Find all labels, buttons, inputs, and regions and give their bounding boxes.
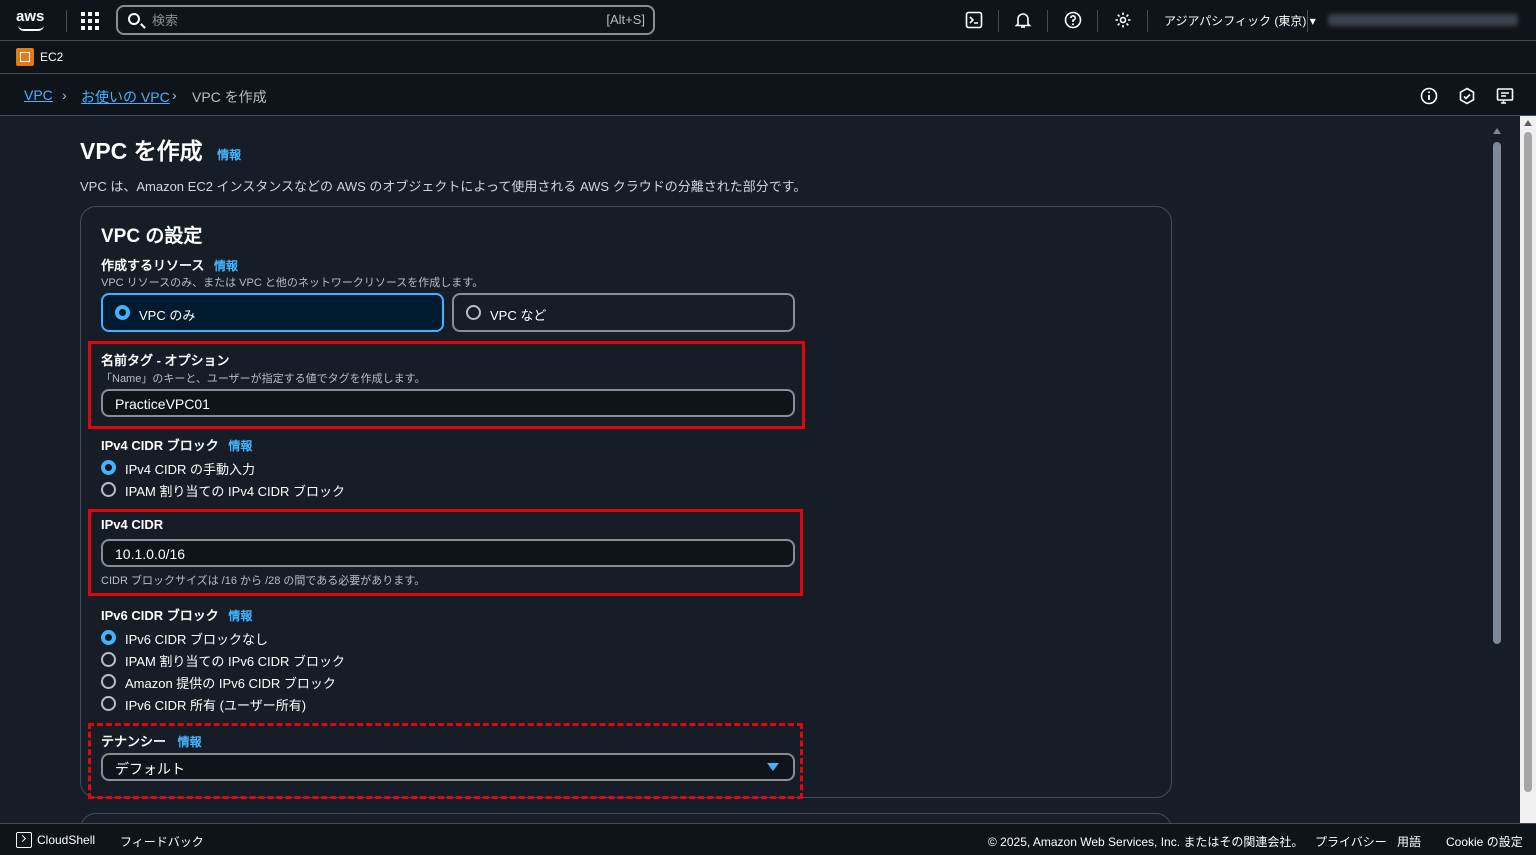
divider <box>1047 10 1048 32</box>
radio-ipv4-ipam[interactable] <box>101 482 116 497</box>
search-box[interactable]: [Alt+S] <box>116 5 655 35</box>
info-link[interactable]: 情報 <box>214 259 238 273</box>
radio-ipv4-manual[interactable] <box>101 460 116 475</box>
caret-down-icon <box>767 763 779 771</box>
scroll-up-icon[interactable] <box>1524 120 1532 126</box>
option-label: IPAM 割り当ての IPv4 CIDR ブロック <box>125 484 346 499</box>
content-scrollbar[interactable] <box>1490 124 1504 823</box>
cloudshell-link[interactable]: CloudShell <box>37 833 95 847</box>
ec2-icon[interactable] <box>16 48 34 66</box>
search-icon <box>128 13 140 25</box>
search-shortcut: [Alt+S] <box>606 12 645 27</box>
hexagon-icon[interactable] <box>1458 87 1476 105</box>
ipv4-cidr-label: IPv4 CIDR <box>101 517 164 532</box>
aws-logo[interactable]: aws <box>16 8 50 32</box>
breadcrumb-current: VPC を作成 <box>192 89 267 105</box>
name-tag-input[interactable] <box>115 395 775 413</box>
vpc-settings-panel: VPC の設定 作成するリソース 情報 VPC リソースのみ、または VPC と… <box>80 206 1172 799</box>
radio-ipv6-amazon[interactable] <box>101 674 116 689</box>
feedback-panel-icon[interactable] <box>1496 87 1514 105</box>
page-description: VPC は、Amazon EC2 インスタンスなどの AWS のオブジェクトによ… <box>80 179 807 194</box>
option-label: IPv4 CIDR の手動入力 <box>125 462 256 477</box>
aws-logo-text: aws <box>16 8 45 25</box>
tile-label: VPC など <box>490 308 547 323</box>
divider <box>1307 10 1308 32</box>
option-label: IPv6 CIDR 所有 (ユーザー所有) <box>125 698 307 713</box>
chevron-right-icon: › <box>62 87 67 103</box>
name-tag-description: 「Name」のキーと、ユーザーが指定する値でタグを作成します。 <box>101 373 426 385</box>
window-scrollbar[interactable] <box>1520 116 1536 823</box>
breadcrumb-vpc[interactable]: VPC <box>24 87 53 103</box>
gear-icon[interactable] <box>1114 11 1132 29</box>
tile-vpc-only[interactable]: VPC のみ <box>101 293 444 332</box>
breadcrumb-your-vpcs[interactable]: お使いの VPC <box>81 87 170 107</box>
option-label: IPv6 CIDR ブロックなし <box>125 632 269 647</box>
ipv4-cidr-hint: CIDR ブロックサイズは /16 から /28 の間である必要があります。 <box>101 575 426 587</box>
option-label: Amazon 提供の IPv6 CIDR ブロック <box>125 676 336 691</box>
option-label: IPAM 割り当ての IPv6 CIDR ブロック <box>125 654 346 669</box>
radio-ipv6-none[interactable] <box>101 630 116 645</box>
search-input[interactable] <box>152 10 552 30</box>
info-panel-icon[interactable] <box>1420 87 1438 105</box>
divider <box>1147 10 1148 32</box>
page-title: VPC を作成 情報 <box>80 138 242 164</box>
divider <box>66 10 67 32</box>
tile-label: VPC のみ <box>139 308 196 323</box>
tenancy-label: テナンシー 情報 <box>101 734 202 749</box>
scroll-thumb[interactable] <box>1493 142 1501 644</box>
service-bar: EC2 <box>0 41 1536 74</box>
info-link[interactable]: 情報 <box>217 148 241 162</box>
help-icon[interactable] <box>1064 11 1082 29</box>
terms-link[interactable]: 用語 <box>1397 833 1421 850</box>
scroll-thumb[interactable] <box>1524 132 1532 792</box>
tenancy-select[interactable]: デフォルト <box>101 753 795 781</box>
radio-ipv6-ipam[interactable] <box>101 652 116 667</box>
service-shortcut-ec2[interactable]: EC2 <box>40 50 63 64</box>
panel-title: VPC の設定 <box>101 226 203 247</box>
apps-icon[interactable] <box>81 12 99 30</box>
ipv4-cidr-field[interactable] <box>101 539 795 567</box>
chevron-right-icon: › <box>172 87 177 103</box>
copyright: © 2025, Amazon Web Services, Inc. またはその関… <box>988 835 1304 849</box>
ipv4-cidr-input[interactable] <box>115 545 775 563</box>
ipv6-block-label: IPv6 CIDR ブロック 情報 <box>101 608 253 623</box>
name-tag-field[interactable] <box>101 389 795 417</box>
privacy-link[interactable]: プライバシー <box>1315 833 1387 850</box>
radio-ipv6-byoip[interactable] <box>101 696 116 711</box>
next-panel <box>80 813 1172 823</box>
cloudshell-icon[interactable] <box>965 11 983 29</box>
info-link[interactable]: 情報 <box>228 439 252 453</box>
resources-label: 作成するリソース 情報 <box>101 258 238 273</box>
tenancy-value: デフォルト <box>115 761 185 777</box>
tile-vpc-and-more[interactable]: VPC など <box>452 293 795 332</box>
main-content: VPC を作成 情報 VPC は、Amazon EC2 インスタンスなどの AW… <box>0 116 1518 823</box>
divider <box>998 10 999 32</box>
ipv4-block-label: IPv4 CIDR ブロック 情報 <box>101 438 253 453</box>
feedback-link[interactable]: フィードバック <box>120 833 204 850</box>
cloudshell-icon[interactable] <box>16 832 32 848</box>
radio-vpc-only[interactable] <box>115 305 130 320</box>
cookie-settings-link[interactable]: Cookie の設定 <box>1446 833 1523 850</box>
account-menu[interactable] <box>1328 14 1518 26</box>
info-link[interactable]: 情報 <box>228 609 252 623</box>
bell-icon[interactable] <box>1014 11 1032 29</box>
scroll-up-icon[interactable] <box>1493 128 1501 134</box>
breadcrumb: VPC › お使いの VPC › VPC を作成 <box>0 74 1536 116</box>
resources-description: VPC リソースのみ、または VPC と他のネットワークリソースを作成します。 <box>101 277 484 289</box>
top-navigation: aws [Alt+S] アジアパシフィック (東京) ▾ <box>0 0 1536 41</box>
region-selector[interactable]: アジアパシフィック (東京) ▾ <box>1164 12 1316 29</box>
name-tag-label: 名前タグ - オプション <box>101 353 230 368</box>
divider <box>1097 10 1098 32</box>
footer: CloudShell フィードバック © 2025, Amazon Web Se… <box>0 823 1536 855</box>
radio-vpc-and-more[interactable] <box>466 305 481 320</box>
info-link[interactable]: 情報 <box>178 735 202 749</box>
